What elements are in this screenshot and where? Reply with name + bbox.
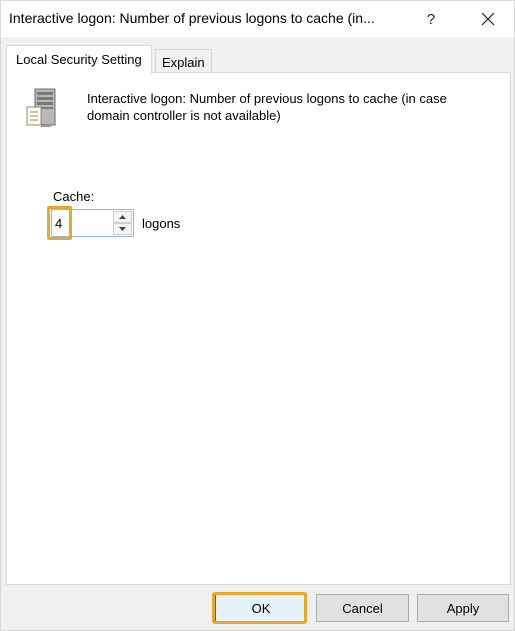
dialog-window: Interactive logon: Number of previous lo… bbox=[0, 0, 515, 631]
chevron-down-icon bbox=[119, 227, 126, 231]
spin-down-button[interactable] bbox=[113, 223, 132, 235]
cache-unit-label: logons bbox=[142, 216, 181, 231]
window-title: Interactive logon: Number of previous lo… bbox=[9, 10, 375, 26]
ok-button-highlight bbox=[212, 592, 307, 624]
title-bar[interactable]: Interactive logon: Number of previous lo… bbox=[1, 1, 514, 37]
setting-description: Interactive logon: Number of previous lo… bbox=[87, 91, 447, 123]
cancel-button[interactable]: Cancel bbox=[316, 594, 409, 622]
tab-strip: Local Security Setting Explain bbox=[6, 45, 511, 74]
help-icon: ? bbox=[426, 10, 436, 28]
chevron-up-icon bbox=[119, 215, 126, 219]
help-button[interactable]: ? bbox=[414, 1, 448, 37]
server-policy-icon bbox=[26, 88, 56, 127]
close-button[interactable] bbox=[469, 1, 507, 37]
tab-local-security-setting[interactable]: Local Security Setting bbox=[6, 45, 152, 74]
close-icon bbox=[481, 12, 495, 26]
tab-panel: Interactive logon: Number of previous lo… bbox=[6, 72, 511, 585]
apply-button[interactable]: Apply bbox=[417, 594, 509, 622]
spin-up-button[interactable] bbox=[113, 211, 132, 223]
spin-buttons bbox=[113, 211, 132, 235]
cache-label: Cache: bbox=[53, 189, 95, 204]
tab-explain[interactable]: Explain bbox=[155, 49, 212, 73]
cache-value-highlight bbox=[47, 206, 72, 240]
